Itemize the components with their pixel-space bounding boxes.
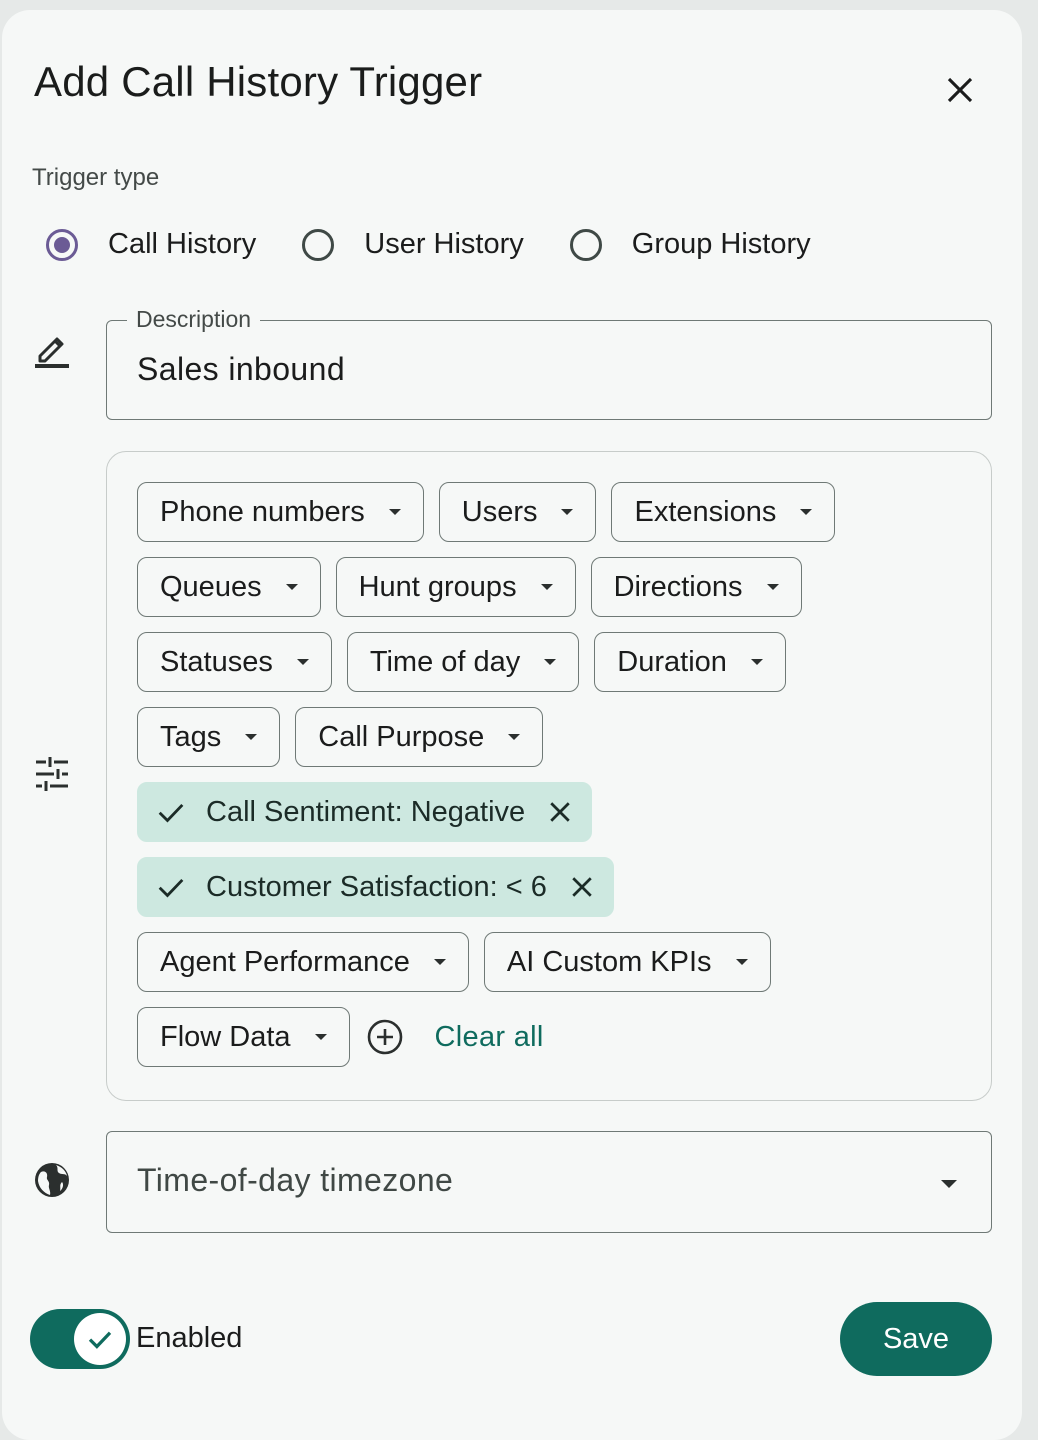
filter-chip-call-sentiment[interactable]: Call Sentiment: Negative <box>137 782 593 842</box>
caret-down-icon <box>285 584 298 590</box>
chip-label: Extensions <box>634 495 777 528</box>
chip-label: Customer Satisfaction: < 6 <box>206 870 547 903</box>
filter-chip-agent-performance[interactable]: Agent Performance <box>137 932 469 992</box>
chip-row: Statuses Time of day Duration <box>137 632 977 692</box>
chip-label: Queues <box>160 570 262 603</box>
chip-label: Users <box>461 495 538 528</box>
close-button[interactable] <box>932 62 988 118</box>
trigger-type-radio-group: Call History User History Group History <box>46 228 857 261</box>
chip-row: Customer Satisfaction: < 6 <box>137 857 977 917</box>
chip-row: Flow Data Clear all <box>137 1007 977 1067</box>
check-icon <box>158 878 184 898</box>
chip-label: Statuses <box>160 645 273 678</box>
globe-icon <box>35 1163 69 1197</box>
radio-label: User History <box>364 228 524 260</box>
add-circle-icon[interactable] <box>365 1017 405 1057</box>
radio-call-history[interactable]: Call History <box>46 228 256 261</box>
timezone-select[interactable]: Time-of-day timezone <box>106 1131 992 1233</box>
radio-circle-selected[interactable] <box>46 228 78 261</box>
save-button[interactable]: Save <box>840 1302 992 1376</box>
toggle-knob <box>74 1313 126 1365</box>
chip-row: Call Sentiment: Negative <box>137 782 977 842</box>
filter-chip-statuses[interactable]: Statuses <box>137 632 332 692</box>
filter-chip-users[interactable]: Users <box>438 482 597 542</box>
filter-chips: Phone numbers Users Extensions Queues Hu… <box>137 482 977 1082</box>
timezone-placeholder: Time-of-day timezone <box>137 1162 454 1198</box>
description-input[interactable]: Sales inbound <box>137 351 345 388</box>
filter-container: Phone numbers Users Extensions Queues Hu… <box>106 451 992 1101</box>
edit-pencil-icon <box>35 337 69 368</box>
chip-label: Call Purpose <box>318 720 485 753</box>
radio-label: Call History <box>108 228 257 260</box>
radio-group-history[interactable]: Group History <box>569 228 811 261</box>
filter-chip-phone-numbers[interactable]: Phone numbers <box>137 482 424 542</box>
radio-label: Group History <box>631 228 811 260</box>
filter-chip-tags[interactable]: Tags <box>137 707 281 767</box>
caret-down-icon <box>544 659 557 665</box>
description-label: Description <box>127 306 261 333</box>
chip-row: Agent Performance AI Custom KPIs <box>137 932 977 992</box>
caret-down-icon <box>750 659 763 665</box>
caret-down-icon <box>314 1034 327 1040</box>
chip-label: Tags <box>160 720 222 753</box>
check-icon <box>158 803 184 823</box>
remove-chip-icon[interactable] <box>545 797 575 827</box>
check-icon <box>88 1331 112 1349</box>
caret-down-icon <box>540 584 553 590</box>
dropdown-arrow-icon <box>941 1180 957 1188</box>
caret-down-icon <box>561 509 574 515</box>
dialog-title: Add Call History Trigger <box>34 58 483 105</box>
filter-chip-flow-data[interactable]: Flow Data <box>137 1007 350 1067</box>
enabled-label: Enabled <box>136 1322 243 1354</box>
chip-label: Call Sentiment: Negative <box>206 795 526 828</box>
description-field[interactable]: Description Sales inbound <box>106 306 992 420</box>
radio-circle[interactable] <box>569 228 602 261</box>
filter-chip-queues[interactable]: Queues <box>137 557 321 617</box>
trigger-type-label: Trigger type <box>32 164 160 191</box>
filter-chip-time-of-day[interactable]: Time of day <box>346 632 580 692</box>
caret-down-icon <box>766 584 779 590</box>
caret-down-icon <box>388 509 401 515</box>
chip-label: Flow Data <box>160 1020 291 1053</box>
caret-down-icon <box>508 734 521 740</box>
tune-sliders-icon <box>36 757 68 791</box>
chip-label: Time of day <box>369 645 521 678</box>
chip-label: AI Custom KPIs <box>506 945 712 978</box>
chip-label: Hunt groups <box>358 570 517 603</box>
caret-down-icon <box>296 659 309 665</box>
clear-all-link[interactable]: Clear all <box>435 1021 544 1054</box>
close-icon <box>947 77 973 103</box>
chip-label: Agent Performance <box>160 945 410 978</box>
filter-chip-call-purpose[interactable]: Call Purpose <box>295 707 544 767</box>
filter-chip-hunt-groups[interactable]: Hunt groups <box>335 557 576 617</box>
filter-chip-duration[interactable]: Duration <box>594 632 786 692</box>
remove-chip-icon[interactable] <box>567 872 597 902</box>
chip-row: Tags Call Purpose <box>137 707 977 767</box>
chip-row: Queues Hunt groups Directions <box>137 557 977 617</box>
filter-chip-customer-satisfaction[interactable]: Customer Satisfaction: < 6 <box>137 857 614 917</box>
filter-chip-directions[interactable]: Directions <box>590 557 802 617</box>
radio-user-history[interactable]: User History <box>302 228 524 261</box>
caret-down-icon <box>433 959 446 965</box>
filter-chip-extensions[interactable]: Extensions <box>611 482 836 542</box>
enabled-toggle[interactable] <box>30 1309 130 1369</box>
caret-down-icon <box>735 959 748 965</box>
chip-row: Phone numbers Users Extensions <box>137 482 977 542</box>
chip-label: Directions <box>613 570 743 603</box>
radio-circle[interactable] <box>302 228 335 261</box>
chip-label: Phone numbers <box>160 495 365 528</box>
caret-down-icon <box>245 734 258 740</box>
filter-chip-ai-custom-kpis[interactable]: AI Custom KPIs <box>483 932 771 992</box>
caret-down-icon <box>800 509 813 515</box>
chip-label: Duration <box>617 645 727 678</box>
